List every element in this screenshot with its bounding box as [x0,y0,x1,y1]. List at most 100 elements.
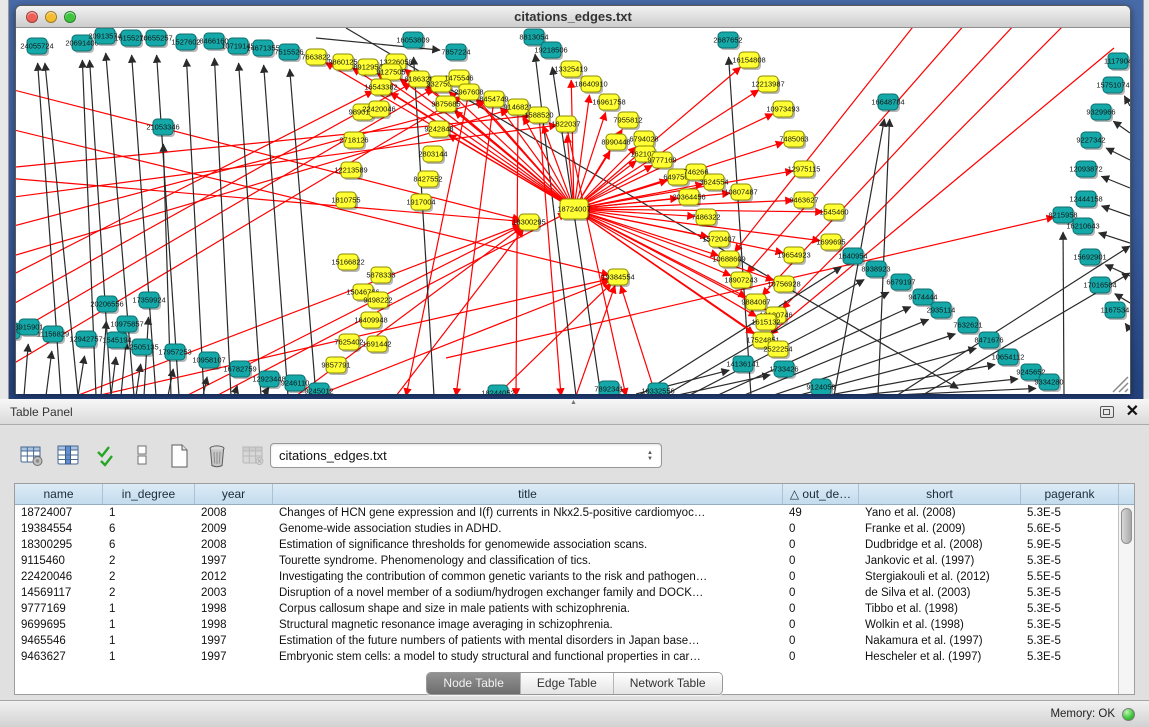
close-traffic-light-icon[interactable] [26,11,38,23]
graph-node[interactable]: 1691442 [362,336,391,354]
scrollbar-thumb[interactable] [1121,508,1132,544]
graph-node[interactable]: 9242848 [424,121,453,139]
table-row[interactable]: 1456911722003Disruption of a novel membe… [15,585,1134,601]
minimize-traffic-light-icon[interactable] [45,11,57,23]
graph-node[interactable]: 2522254 [763,341,792,359]
zoom-traffic-light-icon[interactable] [64,11,76,23]
graph-node[interactable]: 1640954 [838,248,867,266]
table-selector-dropdown[interactable]: citations_edges.txt ▲▼ [270,443,662,468]
table-row[interactable]: 969969511998Structural magnetic resonanc… [15,617,1134,633]
graph-node[interactable]: 7485063 [779,131,808,149]
graph-node[interactable]: 15720407 [702,231,735,249]
select-all-icon[interactable] [92,442,120,470]
table-row[interactable]: 2242004622012Investigating the contribut… [15,569,1134,585]
graph-node[interactable]: 9463627 [789,192,818,210]
table-row[interactable]: 977716911998Corpus callosum shape and si… [15,601,1134,617]
graph-node[interactable]: 16961758 [592,94,625,112]
graph-node[interactable]: 1810755 [331,192,360,210]
graph-node[interactable]: 2718126 [339,132,368,150]
delete-trash-icon[interactable] [203,442,231,470]
column-header-in_degree[interactable]: in_degree [103,484,195,504]
table-column-icon[interactable] [55,442,83,470]
graph-node[interactable]: 8427552 [413,171,442,189]
graph-node[interactable]: 9777169 [647,152,676,170]
graph-node[interactable]: 9124058 [806,379,835,394]
graph-node[interactable]: 20364456 [672,189,705,207]
graph-node[interactable]: 1545460 [819,204,848,222]
graph-node[interactable]: 12942757 [69,331,102,349]
table-row[interactable]: 1830029562008Estimation of significance … [15,537,1134,553]
graph-node[interactable]: 7663822 [301,49,330,67]
graph-node[interactable]: 1527602 [171,34,200,52]
tab-edge-table[interactable]: Edge Table [520,673,613,694]
graph-node[interactable]: 1117904 [1104,53,1130,71]
column-header-short[interactable]: short [859,484,1021,504]
graph-node[interactable]: 8938923 [861,261,890,279]
graph-node[interactable]: 9329966 [1086,104,1115,122]
table-row[interactable]: 1938455462009Genome-wide association stu… [15,521,1134,537]
graph-node[interactable]: 17359924 [132,292,165,310]
graph-node[interactable]: 7515526 [274,44,303,62]
graph-node[interactable]: 11156829 [37,326,69,344]
graph-node[interactable]: 1699695 [816,234,845,252]
graph-node[interactable]: 8990448 [601,134,630,152]
graph-node[interactable]: 16409948 [354,312,387,330]
column-header-pagerank[interactable]: pagerank [1021,484,1119,504]
graph-node[interactable]: 2803144 [418,146,447,164]
graph-node[interactable]: 15751074 [1096,77,1129,95]
window-resize-grip-icon[interactable] [1113,377,1128,392]
graph-node[interactable]: 19384554 [601,269,634,287]
graph-node[interactable]: 10756928 [767,276,800,294]
vertical-scrollbar[interactable] [1118,505,1134,695]
graph-node[interactable]: 10973493 [766,101,799,119]
graph-node[interactable]: 10655257 [139,30,172,48]
graph-node[interactable]: 17957253 [158,344,191,362]
graph-node[interactable]: 19654923 [777,247,810,265]
graph-node[interactable]: 12213589 [334,162,367,180]
graph-node[interactable]: 15166822 [331,254,364,272]
column-header-out_degree[interactable]: △ out_de… [783,484,859,504]
graph-node[interactable]: 15692901 [1073,249,1106,267]
graph-node[interactable]: 12975115 [788,161,821,179]
graph-node[interactable]: 10654112 [992,349,1025,367]
graph-node[interactable]: 16053809 [396,32,429,50]
graph-node[interactable]: 1917004 [406,194,435,212]
graph-node[interactable]: 1588520 [524,107,553,125]
table-row[interactable]: 1872400712008Changes of HCN gene express… [15,505,1134,521]
graph-node[interactable]: 18244052 [481,385,514,394]
graph-node[interactable]: 10975857 [110,316,143,334]
row-boxes-icon[interactable] [129,442,157,470]
graph-node[interactable]: 16648784 [871,94,904,112]
graph-node[interactable]: 12093872 [1069,161,1102,179]
graph-node[interactable]: 8471676 [974,332,1003,350]
tab-node-table[interactable]: Node Table [427,673,520,694]
graph-node[interactable]: 16210643 [1066,218,1099,236]
column-header-title[interactable]: title [273,484,783,504]
graph-node[interactable]: 20206556 [90,296,123,314]
column-header-year[interactable]: year [195,484,273,504]
graph-node[interactable]: 18640910 [574,76,607,94]
graph-node[interactable]: 7955812 [613,112,642,130]
table-row[interactable]: 946362711997Embryonic stem cells: a mode… [15,649,1134,665]
graph-node[interactable]: 12444158 [1069,191,1102,209]
graph-node[interactable]: 21053346 [146,119,179,137]
graph-node[interactable]: 10688609 [712,251,745,269]
graph-node[interactable]: 1733426 [769,361,798,379]
graph-node[interactable]: 1822037 [551,116,580,134]
graph-node[interactable]: 19218506 [534,42,567,60]
graph-node[interactable]: 14136141 [726,356,759,374]
graph-node[interactable]: 6679197 [886,274,915,292]
new-table-icon[interactable] [166,442,194,470]
network-window-titlebar[interactable]: citations_edges.txt [16,6,1130,28]
table-row[interactable]: 946554611997Estimation of the future num… [15,633,1134,649]
graph-node[interactable]: 7632621 [953,317,982,335]
column-header-name[interactable]: name [15,484,103,504]
graph-node[interactable]: 10332556 [641,383,674,394]
graph-node[interactable]: 9227342 [1076,132,1105,150]
graph-node[interactable]: 18907243 [724,272,757,290]
graph-node[interactable]: 1615132 [751,314,780,332]
graph-node[interactable]: 16154808 [732,52,765,70]
graph-node[interactable]: 7857224 [441,44,470,62]
network-canvas[interactable]: 2405572420691406209135741615527410655257… [16,28,1130,394]
float-panel-icon[interactable] [1100,406,1114,418]
